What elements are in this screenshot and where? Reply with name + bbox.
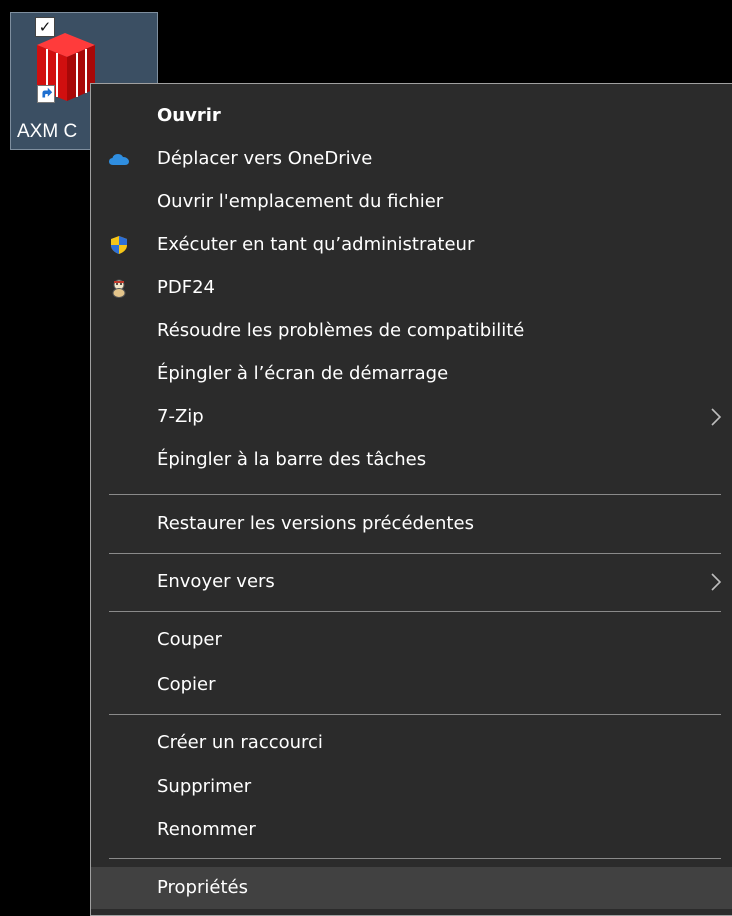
menu-item-label: Ouvrir l'emplacement du fichier — [157, 191, 444, 212]
menu-item-pin-start[interactable]: Épingler à l’écran de démarrage — [91, 353, 732, 395]
menu-item-cut[interactable]: Couper — [91, 619, 732, 661]
menu-separator — [109, 714, 721, 715]
shortcut-arrow-icon — [37, 85, 55, 103]
menu-item-7zip[interactable]: 7-Zip — [91, 396, 732, 438]
menu-item-pin-taskbar[interactable]: Épingler à la barre des tâches — [91, 439, 732, 481]
menu-item-pdf24[interactable]: PDF24 — [91, 267, 732, 309]
menu-item-label: Créer un raccourci — [157, 732, 323, 753]
menu-item-label: Copier — [157, 674, 216, 695]
menu-item-label: Résoudre les problèmes de compatibilité — [157, 320, 525, 341]
menu-item-compatibility[interactable]: Résoudre les problèmes de compatibilité — [91, 310, 732, 352]
menu-separator — [109, 494, 721, 495]
menu-item-properties[interactable]: Propriétés — [91, 867, 732, 909]
menu-item-label: Restaurer les versions précédentes — [157, 513, 474, 534]
chevron-right-icon — [711, 573, 722, 591]
menu-item-send-to[interactable]: Envoyer vers — [91, 561, 732, 603]
menu-separator — [109, 858, 721, 859]
chevron-right-icon — [711, 408, 722, 426]
menu-separator — [109, 611, 721, 612]
menu-item-copy[interactable]: Copier — [91, 664, 732, 706]
menu-item-open-location[interactable]: Ouvrir l'emplacement du fichier — [91, 181, 732, 223]
menu-item-rename[interactable]: Renommer — [91, 809, 732, 851]
onedrive-icon — [109, 154, 129, 165]
menu-item-create-shortcut[interactable]: Créer un raccourci — [91, 722, 732, 764]
menu-item-label: Ouvrir — [157, 105, 221, 126]
menu-item-delete[interactable]: Supprimer — [91, 766, 732, 808]
menu-item-label: Épingler à l’écran de démarrage — [157, 363, 449, 384]
menu-item-label: Épingler à la barre des tâches — [157, 449, 427, 470]
menu-item-label: 7-Zip — [157, 406, 204, 427]
menu-item-label: PDF24 — [157, 277, 215, 298]
menu-item-label: Déplacer vers OneDrive — [157, 148, 373, 169]
menu-item-label: Supprimer — [157, 776, 252, 797]
menu-item-label: Envoyer vers — [157, 571, 275, 592]
menu-item-onedrive[interactable]: Déplacer vers OneDrive — [91, 138, 732, 180]
menu-item-run-as-admin[interactable]: Exécuter en tant qu’administrateur — [91, 224, 732, 266]
desktop-icon-label: AXM C — [17, 121, 78, 142]
uac-shield-icon — [111, 236, 127, 254]
menu-item-label: Propriétés — [157, 877, 248, 898]
pdf24-icon — [112, 279, 126, 298]
context-menu: Ouvrir Déplacer vers OneDrive Ouvrir l'e… — [90, 83, 732, 916]
menu-separator — [109, 553, 721, 554]
menu-item-ouvrir[interactable]: Ouvrir — [91, 95, 732, 137]
menu-item-restore-versions[interactable]: Restaurer les versions précédentes — [91, 503, 732, 545]
menu-item-label: Renommer — [157, 819, 256, 840]
menu-item-label: Exécuter en tant qu’administrateur — [157, 234, 475, 255]
menu-item-label: Couper — [157, 629, 222, 650]
